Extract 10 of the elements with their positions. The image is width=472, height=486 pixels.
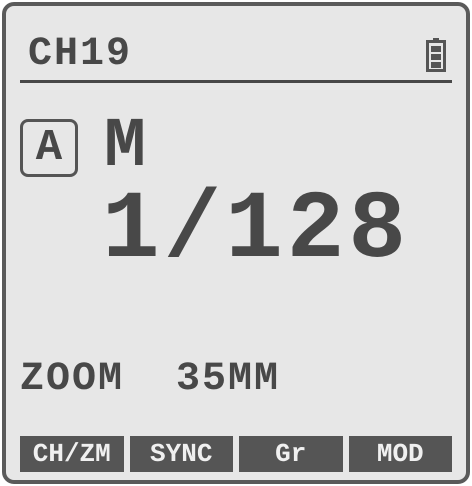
power-value: 1/128 bbox=[100, 183, 412, 279]
channel-label: CH19 bbox=[28, 35, 132, 75]
softkey[interactable]: MOD bbox=[348, 436, 452, 472]
group-indicator: A bbox=[20, 119, 78, 177]
softkey[interactable]: SYNC bbox=[130, 436, 233, 472]
zoom-label: ZOOM 35MM bbox=[20, 357, 282, 402]
softkey[interactable]: CH/ZM bbox=[20, 436, 124, 472]
flash-mode-label: M bbox=[104, 113, 146, 183]
battery-icon bbox=[426, 38, 446, 72]
softkey[interactable]: Gr bbox=[239, 436, 342, 472]
